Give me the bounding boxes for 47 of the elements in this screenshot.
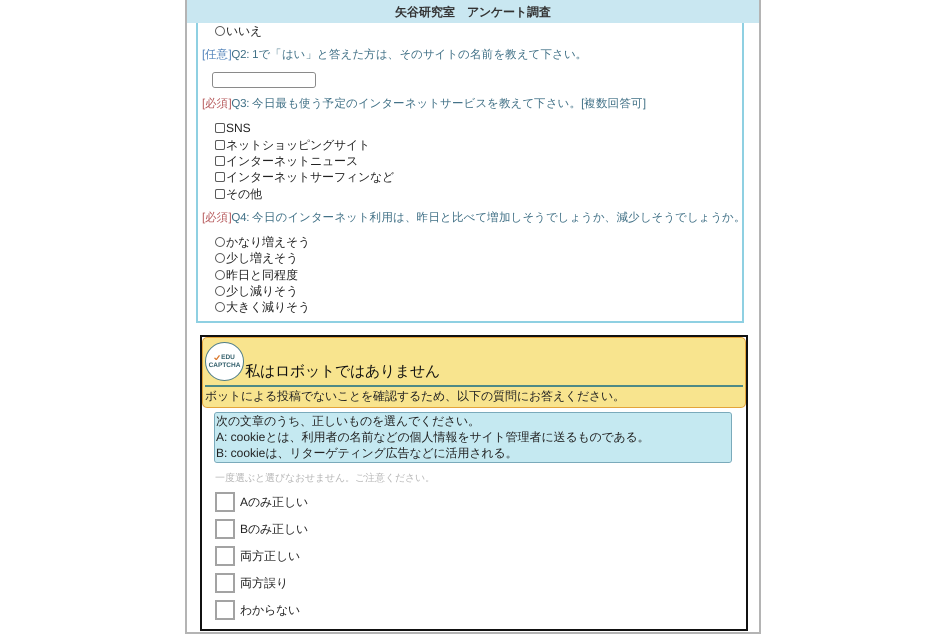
question-tag: [必須] [202, 210, 232, 226]
radio-button[interactable] [215, 26, 225, 36]
checkbox[interactable] [215, 573, 235, 594]
captcha-title: 私はロボットではありません [245, 363, 440, 382]
question-line: B: cookieは、リターゲティング広告などに活用される。 [216, 445, 518, 462]
question-line: 次の文章のうち、正しいものを選んでください。 [216, 413, 481, 430]
option-label: その他 [226, 186, 262, 202]
radio-button[interactable] [215, 270, 225, 280]
option-label: Bのみ正しい [240, 521, 308, 538]
checkbox[interactable] [215, 140, 225, 150]
question-text: Q4: 今日のインターネット利用は、昨日と比べて増加しそうでしょうか、減少しそうでしょうか。 [231, 210, 746, 226]
option-label: Aのみ正しい [240, 494, 308, 510]
checkbox[interactable] [215, 492, 235, 512]
option-label: 両方誤り [240, 575, 288, 592]
question-text: Q2: 1で「はい」と答えた方は、そのサイトの名前を教えて下さい。 [231, 47, 588, 64]
radio-button[interactable] [215, 302, 225, 312]
checkbox[interactable] [215, 600, 235, 620]
question-line: A: cookieとは、利用者の名前などの個人情報をサイト管理者に送るものである。 [216, 429, 650, 446]
radio-button[interactable] [215, 253, 225, 264]
check-icon [214, 355, 220, 360]
captcha-subtitle: ボットによる投稿でないことを確認するため、以下の質問にお答えください。 [205, 388, 626, 404]
notice-text: 一度選ぶと選びなおせません。ご注意ください。 [215, 472, 435, 486]
radio-button[interactable] [215, 236, 225, 247]
radio-button[interactable] [215, 286, 225, 296]
option-label: インターネットニュース [226, 153, 358, 170]
option-label: 昨日と同程度 [226, 266, 298, 283]
checkbox[interactable] [215, 123, 225, 134]
question-tag: [必須] [202, 96, 232, 112]
option-label: いいえ [226, 23, 262, 40]
option-label: 大きく減りそう [226, 299, 310, 316]
text-input[interactable] [212, 72, 316, 88]
checkbox[interactable] [215, 156, 225, 166]
option-label: わからない [240, 602, 300, 618]
question-text: Q3: 今日最も使う予定のインターネットサービスを教えて下さい。[複数回答可] [231, 96, 646, 112]
option-label: 少し減りそう [226, 282, 298, 299]
question-tag: [任意] [202, 47, 232, 64]
option-label: SNS [226, 120, 251, 136]
option-label: かなり増えそう [226, 234, 310, 250]
checkbox[interactable] [215, 546, 235, 566]
checkbox[interactable] [215, 172, 225, 182]
option-label: ネットショッピングサイト [226, 136, 370, 153]
checkbox[interactable] [215, 188, 225, 199]
checkbox[interactable] [215, 519, 235, 540]
option-label: インターネットサーフィンなど [226, 169, 394, 186]
page-title: 矢谷研究室 アンケート調査 [395, 4, 551, 20]
option-label: 少し増えそう [226, 250, 298, 266]
option-label: 両方正しい [240, 548, 300, 564]
